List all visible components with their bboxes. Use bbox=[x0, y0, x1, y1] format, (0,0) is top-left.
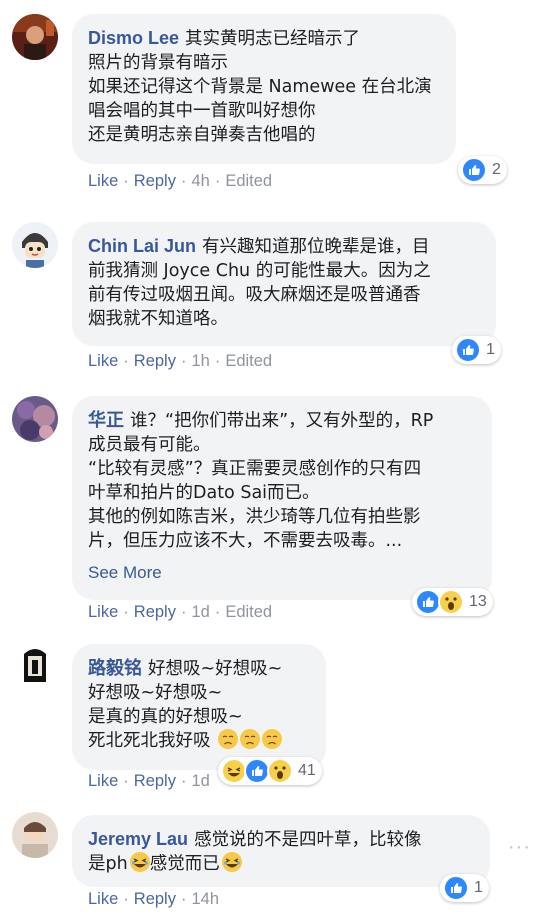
comment-text: 谁？“把你们带出来”，又有外型的，RP bbox=[130, 411, 434, 431]
reply-link[interactable]: Reply bbox=[134, 890, 176, 908]
reaction-count: 41 bbox=[298, 762, 316, 779]
comment-text: 烟我就不知道咯。 bbox=[88, 309, 228, 329]
comment-author[interactable]: Jeremy Lau bbox=[88, 829, 188, 849]
comment-bubble: Dismo Lee 其实黄明志已经暗示了 照片的背景有暗示 如果还记得这个背景是 … bbox=[72, 14, 456, 164]
like-link[interactable]: Like bbox=[88, 772, 118, 790]
comment-author[interactable]: 华正 bbox=[88, 410, 124, 430]
comment-text: 如果还记得这个背景是 Namewee 在台北演 bbox=[88, 77, 432, 97]
comment-text: 感觉说的不是四叶草，比较像 bbox=[194, 830, 422, 850]
comment-text: 还是黄明志亲自弹奏吉他唱的 bbox=[88, 125, 316, 145]
comment-text: 成员最有可能。 bbox=[88, 435, 211, 455]
comment-text: 片，但压力应该不大，不需要去吸毒。... bbox=[88, 531, 403, 551]
reaction-summary[interactable]: 2 bbox=[458, 156, 507, 184]
like-link[interactable]: Like bbox=[88, 890, 118, 908]
comment-text: “比较有灵感”？真正需要灵感创作的只有四 bbox=[88, 459, 422, 479]
reaction-count: 2 bbox=[492, 161, 501, 178]
comment-bubble: Chin Lai Jun 有兴趣知道那位晚辈是谁，目 前我猜测 Joyce Chu… bbox=[72, 222, 496, 346]
comment-text: 好想吸~好想吸~ bbox=[88, 683, 223, 703]
comment-text: 其他的例如陈吉米，洪少琦等几位有拍些影 bbox=[88, 507, 421, 527]
reply-link[interactable]: Reply bbox=[134, 603, 176, 621]
comment-text: 是真的真的好想吸~ bbox=[88, 707, 243, 727]
thumbs-up-icon bbox=[455, 337, 481, 363]
avatar[interactable] bbox=[12, 14, 58, 60]
sad-face-icon bbox=[218, 729, 239, 749]
sad-face-icon bbox=[240, 729, 261, 749]
like-link[interactable]: Like bbox=[88, 172, 118, 190]
comment-text: 死北死北我好吸 bbox=[88, 731, 211, 751]
comment-text: 是ph bbox=[88, 854, 128, 874]
reaction-count: 1 bbox=[486, 341, 495, 358]
edited-label[interactable]: Edited bbox=[225, 603, 272, 621]
reaction-count: 13 bbox=[469, 593, 487, 610]
wow-face-icon bbox=[438, 589, 464, 615]
thumbs-up-icon bbox=[443, 875, 469, 901]
comment-author[interactable]: Dismo Lee bbox=[88, 28, 179, 48]
comment-actions: Like · Reply · 14h bbox=[88, 890, 219, 908]
comment-author[interactable]: 路毅铭 bbox=[88, 658, 142, 678]
reply-link[interactable]: Reply bbox=[134, 772, 176, 790]
timestamp[interactable]: 1h bbox=[191, 352, 209, 370]
comment-text: 照片的背景有暗示 bbox=[88, 53, 228, 73]
comment-bubble: 路毅铭 好想吸~好想吸~ 好想吸~好想吸~ 是真的真的好想吸~ 死北死北我好吸 bbox=[72, 644, 326, 770]
comment-bubble: Jeremy Lau 感觉说的不是四叶草，比较像 是ph 感觉而已 bbox=[72, 815, 490, 887]
laughing-face-icon bbox=[129, 852, 150, 872]
more-dots-icon[interactable]: ··· bbox=[508, 836, 531, 859]
timestamp[interactable]: 1d bbox=[191, 603, 209, 621]
timestamp[interactable]: 4h bbox=[191, 172, 209, 190]
reaction-count: 1 bbox=[474, 879, 483, 896]
see-more-link[interactable]: See More bbox=[88, 561, 476, 585]
thumbs-up-icon bbox=[461, 157, 487, 183]
like-link[interactable]: Like bbox=[88, 352, 118, 370]
comment-actions: Like · Reply · 1d bbox=[88, 772, 210, 790]
reaction-summary[interactable]: 1 bbox=[452, 336, 501, 364]
reaction-summary[interactable]: 13 bbox=[412, 588, 493, 616]
sad-face-icon bbox=[262, 729, 283, 749]
avatar[interactable] bbox=[12, 222, 58, 268]
comment-text: 好想吸~好想吸~ bbox=[148, 659, 283, 679]
reply-link[interactable]: Reply bbox=[134, 172, 176, 190]
comment-text: 前有传过吸烟丑闻。吸大麻烟还是吸普通香 bbox=[88, 285, 421, 305]
avatar[interactable] bbox=[12, 812, 58, 858]
comment-text: 唱会唱的其中一首歌叫好想你 bbox=[88, 101, 316, 121]
reply-link[interactable]: Reply bbox=[134, 352, 176, 370]
like-link[interactable]: Like bbox=[88, 603, 118, 621]
avatar[interactable] bbox=[12, 642, 58, 688]
edited-label[interactable]: Edited bbox=[225, 172, 272, 190]
laughing-face-icon bbox=[221, 852, 242, 872]
timestamp[interactable]: 14h bbox=[191, 890, 219, 908]
comment-text: 其实黄明志已经暗示了 bbox=[185, 29, 361, 49]
comment-text: 前我猜测 Joyce Chu 的可能性最大。因为之 bbox=[88, 261, 431, 281]
comment-author[interactable]: Chin Lai Jun bbox=[88, 236, 196, 256]
wow-face-icon bbox=[267, 758, 293, 784]
comment-actions: Like · Reply · 1d · Edited bbox=[88, 603, 273, 621]
reaction-summary[interactable]: 41 bbox=[218, 757, 322, 785]
edited-label[interactable]: Edited bbox=[225, 352, 272, 370]
avatar[interactable] bbox=[12, 396, 58, 442]
comment-actions: Like · Reply · 1h · Edited bbox=[88, 352, 273, 370]
reaction-summary[interactable]: 1 bbox=[440, 874, 489, 902]
comment-text: 感觉而已 bbox=[149, 854, 220, 874]
comment-actions: Like · Reply · 4h · Edited bbox=[88, 172, 273, 190]
comment-text: 叶草和拍片的Dato Sai而已。 bbox=[88, 483, 320, 503]
comment-text: 有兴趣知道那位晚辈是谁，目 bbox=[202, 237, 430, 257]
comment-bubble: 华正 谁？“把你们带出来”，又有外型的，RP 成员最有可能。 “比较有灵感”？真正… bbox=[72, 396, 492, 600]
timestamp[interactable]: 1d bbox=[191, 772, 209, 790]
